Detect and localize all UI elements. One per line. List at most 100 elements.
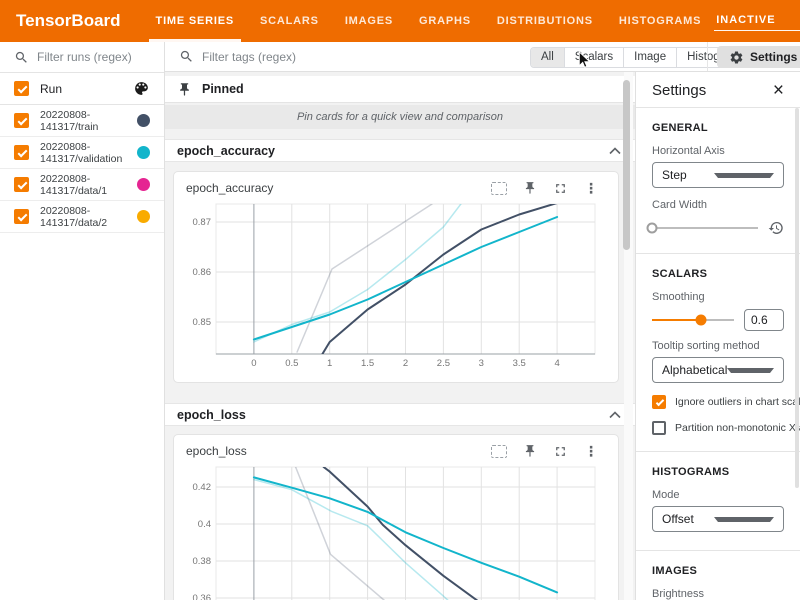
settings-panel-title: Settings — [652, 82, 773, 99]
smoothing-slider[interactable] — [652, 313, 734, 327]
ignore-outliers-row[interactable]: Ignore outliers in chart scaling — [652, 395, 784, 409]
run-checkbox[interactable] — [14, 209, 29, 224]
tab-images[interactable]: IMAGES — [332, 0, 406, 42]
horizontal-axis-label: Horizontal Axis — [652, 145, 784, 157]
chevron-up-icon[interactable] — [609, 147, 621, 155]
tab-histograms[interactable]: HISTOGRAMS — [606, 0, 714, 42]
mouse-cursor — [578, 51, 591, 69]
runs-header-row: Run — [0, 73, 164, 105]
run-checkbox[interactable] — [14, 145, 29, 160]
reset-icon[interactable] — [768, 220, 784, 236]
runs-header-label: Run — [40, 82, 133, 96]
general-heading: GENERAL — [652, 122, 784, 134]
svg-text:0.87: 0.87 — [193, 217, 212, 228]
pinned-empty-notice: Pin cards for a quick view and compariso… — [165, 105, 635, 129]
tab-scalars[interactable]: SCALARS — [247, 0, 332, 42]
card-header: epoch_accuracy ⋮ — [180, 176, 612, 200]
histogram-mode-select[interactable]: Offset — [652, 506, 784, 532]
run-status-dropdown[interactable]: INACTIVE — [714, 12, 800, 31]
run-color-dot — [137, 146, 150, 159]
tooltip-sort-select[interactable]: Alphabetical — [652, 357, 784, 383]
section-header-epoch-loss[interactable]: epoch_loss — [165, 403, 635, 426]
ignore-outliers-label: Ignore outliers in chart scaling — [675, 396, 800, 408]
pin-card-icon[interactable] — [523, 181, 537, 195]
partition-x-label: Partition non-monotonic X axis — [675, 422, 800, 434]
chevron-down-icon — [727, 368, 774, 373]
run-row-validation[interactable]: 20220808-141317/validation — [0, 137, 164, 169]
toolbar-divider — [707, 42, 708, 71]
run-color-dot — [137, 210, 150, 223]
run-row-train[interactable]: 20220808-141317/train — [0, 105, 164, 137]
divider — [636, 253, 800, 254]
marquee-zoom-icon[interactable] — [491, 182, 507, 195]
run-color-dot — [137, 114, 150, 127]
section-title: epoch_accuracy — [177, 144, 609, 158]
close-icon[interactable]: × — [773, 82, 784, 100]
chip-all[interactable]: All — [531, 48, 565, 67]
settings-scrollbar-thumb[interactable] — [795, 108, 799, 488]
more-options-icon[interactable]: ⋮ — [584, 444, 598, 458]
filter-tags-input[interactable] — [202, 50, 495, 64]
svg-text:3: 3 — [479, 358, 484, 369]
svg-text:2.5: 2.5 — [437, 358, 450, 369]
section-header-epoch-accuracy[interactable]: epoch_accuracy — [165, 139, 635, 162]
card-actions: ⋮ — [491, 181, 598, 196]
svg-text:3.5: 3.5 — [513, 358, 526, 369]
tensorboard-app: TensorBoard TIME SERIES SCALARS IMAGES G… — [0, 0, 800, 600]
brightness-label: Brightness — [652, 588, 784, 600]
marquee-zoom-icon[interactable] — [491, 445, 507, 458]
main-scrollbar-track[interactable] — [624, 72, 633, 600]
svg-text:0.42: 0.42 — [193, 482, 212, 493]
chevron-down-icon — [714, 173, 774, 178]
tab-time-series[interactable]: TIME SERIES — [143, 0, 247, 42]
fullscreen-icon[interactable] — [553, 181, 568, 196]
svg-text:0.38: 0.38 — [193, 556, 212, 567]
card-width-label: Card Width — [652, 199, 784, 211]
scalar-card-epoch-loss: epoch_loss ⋮ 0.360.380.40.4200.511.522.5… — [173, 434, 619, 600]
run-checkbox[interactable] — [14, 177, 29, 192]
svg-text:2: 2 — [403, 358, 408, 369]
smoothing-row — [652, 311, 784, 329]
pin-icon — [177, 82, 192, 97]
run-row-data1[interactable]: 20220808-141317/data/1 — [0, 169, 164, 201]
smoothing-value-input[interactable] — [744, 309, 784, 331]
card-width-slider[interactable] — [652, 221, 758, 235]
partition-x-checkbox[interactable] — [652, 421, 666, 435]
line-chart-epoch-loss[interactable]: 0.360.380.40.4200.511.522.533.54 — [180, 465, 612, 600]
top-app-bar: TensorBoard TIME SERIES SCALARS IMAGES G… — [0, 0, 800, 42]
pinned-section-header: Pinned — [165, 76, 635, 103]
chevron-down-icon — [714, 517, 774, 522]
scalar-card-epoch-accuracy: epoch_accuracy ⋮ 0.850.860.8700.511.522.… — [173, 171, 619, 383]
filter-runs-input[interactable] — [37, 50, 154, 64]
more-options-icon[interactable]: ⋮ — [584, 181, 598, 195]
tooltip-sort-label: Tooltip sorting method — [652, 340, 784, 352]
fullscreen-icon[interactable] — [553, 444, 568, 459]
chip-scalars[interactable]: Scalars — [565, 48, 624, 67]
ignore-outliers-checkbox[interactable] — [652, 395, 666, 409]
run-checkbox[interactable] — [14, 113, 29, 128]
cards-area: Pinned Pin cards for a quick view and co… — [165, 72, 635, 600]
chevron-up-icon[interactable] — [609, 411, 621, 419]
run-row-data2[interactable]: 20220808-141317/data/2 — [0, 201, 164, 233]
svg-text:0.5: 0.5 — [285, 358, 298, 369]
main-scrollbar-thumb[interactable] — [623, 80, 630, 250]
filter-runs-box — [0, 42, 164, 73]
section-title: epoch_loss — [177, 408, 609, 422]
settings-button[interactable]: Settings — [717, 46, 800, 68]
tab-distributions[interactable]: DISTRIBUTIONS — [484, 0, 606, 42]
palette-icon[interactable] — [133, 80, 150, 97]
run-color-dot — [137, 178, 150, 191]
line-chart-epoch-accuracy[interactable]: 0.850.860.8700.511.522.533.54 — [180, 202, 612, 377]
select-all-runs-checkbox[interactable] — [14, 81, 29, 96]
pin-card-icon[interactable] — [523, 444, 537, 458]
run-status-value: INACTIVE — [716, 14, 775, 26]
chip-image[interactable]: Image — [624, 48, 677, 67]
app-logo: TensorBoard — [0, 0, 121, 42]
tab-graphs[interactable]: GRAPHS — [406, 0, 484, 42]
svg-text:0.86: 0.86 — [193, 267, 212, 278]
partition-x-row[interactable]: Partition non-monotonic X axis ? — [652, 421, 784, 435]
settings-panel: Settings × GENERAL Horizontal Axis Step … — [635, 72, 800, 600]
card-header: epoch_loss ⋮ — [180, 439, 612, 463]
divider — [636, 107, 800, 108]
horizontal-axis-select[interactable]: Step — [652, 162, 784, 188]
